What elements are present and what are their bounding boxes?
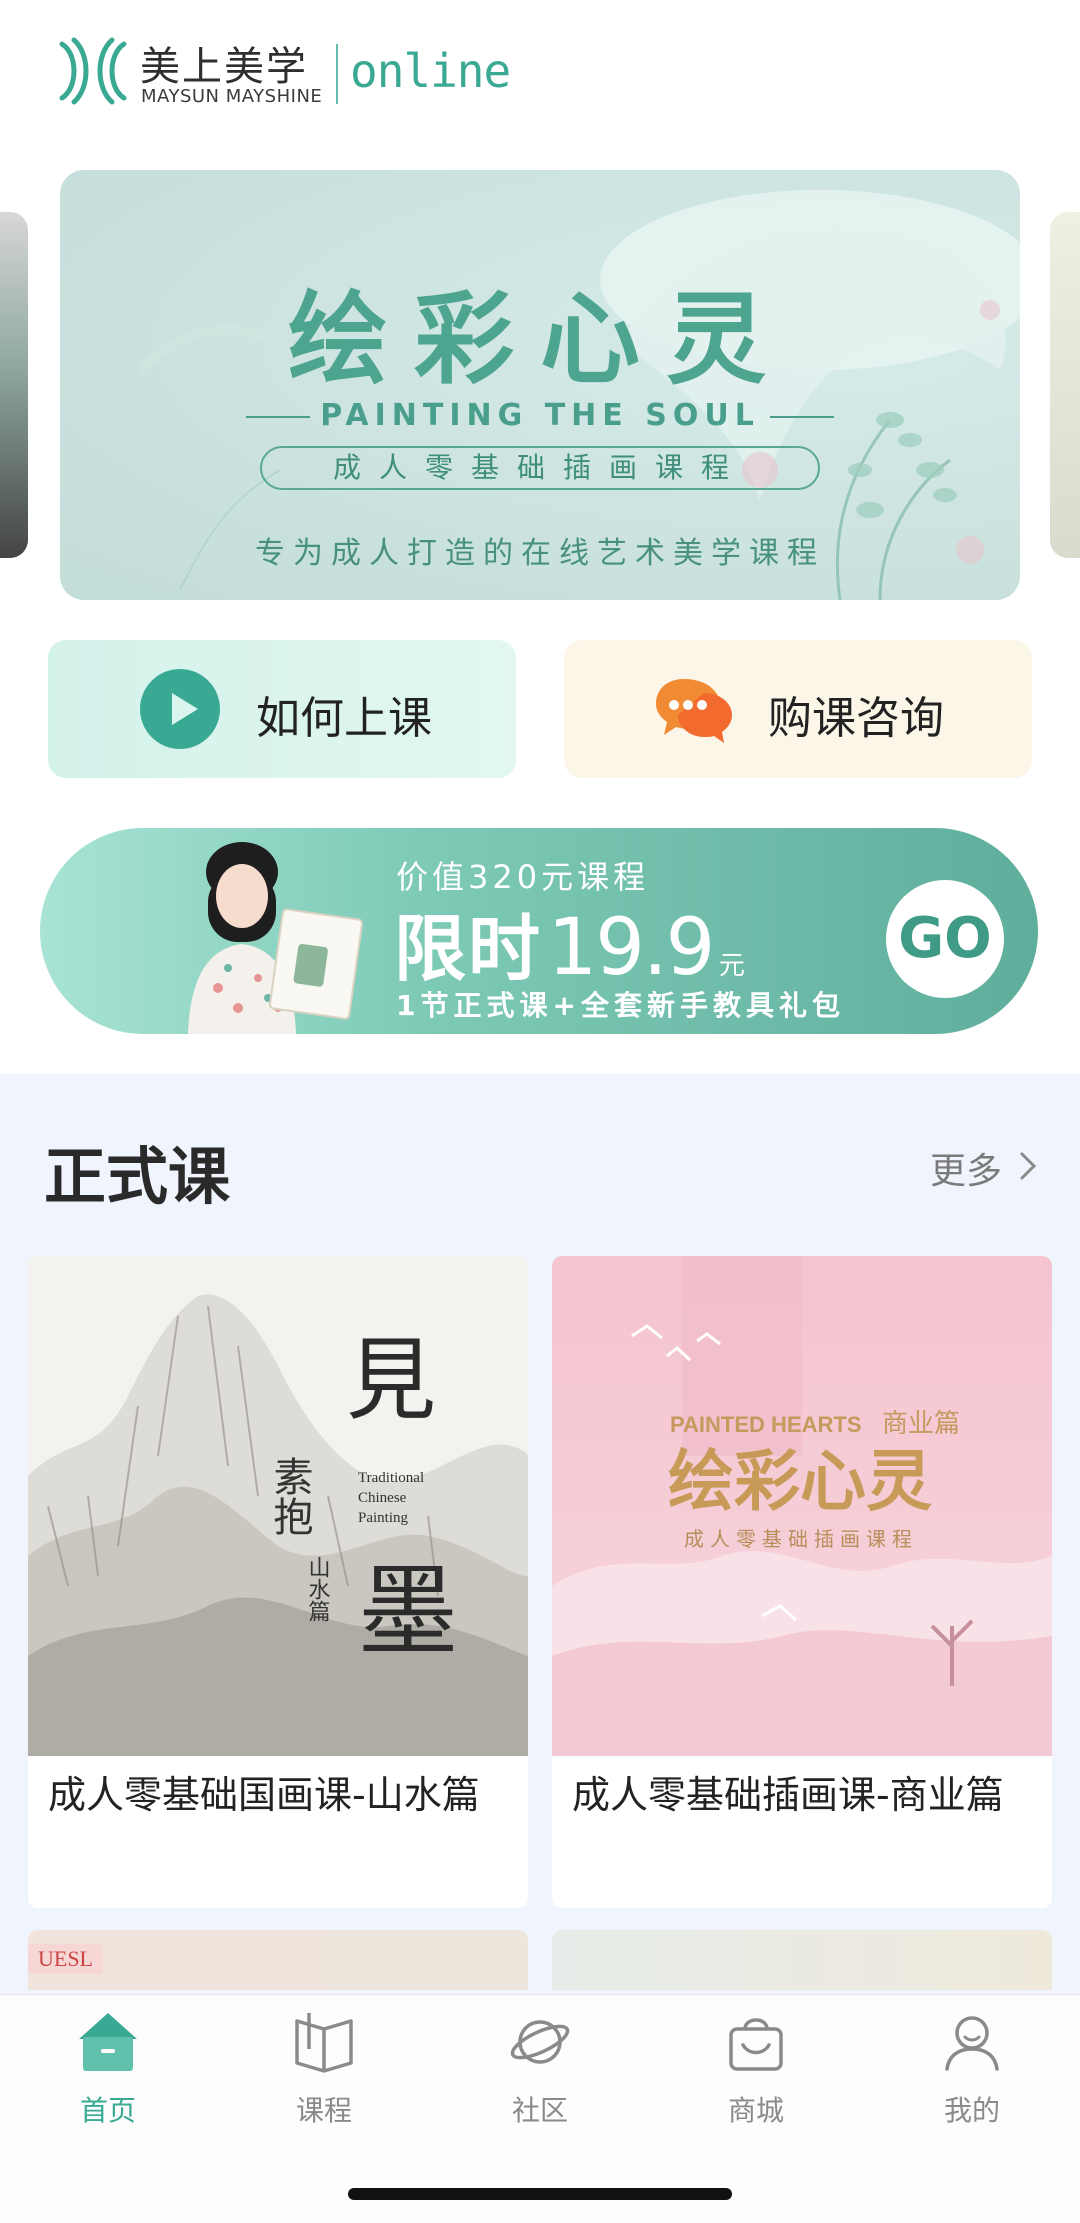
cover-en-3: Painting <box>358 1510 409 1526</box>
promo-description: 1节正式课+全套新手教具礼包 <box>396 989 845 1022</box>
user-icon <box>945 2016 999 2071</box>
banner-title: 绘彩心灵 <box>288 281 792 398</box>
course-cover-pink: PAINTED HEARTS 商业篇 绘彩心灵 成人零基础插画课程 <box>552 1256 1052 1756</box>
brand-name-cn: 美上美学 <box>140 44 308 90</box>
app-header: 美上美学 MAYSUN MAYSHINE online <box>0 0 1080 160</box>
shopping-bag-icon <box>729 2018 783 2071</box>
promo-price-prefix: 限时 <box>394 907 543 991</box>
nav-label-courses: 课程 <box>295 2094 352 2127</box>
how-to-take-class-button[interactable]: 如何上课 <box>48 640 516 778</box>
chat-bubble-icon <box>656 679 732 743</box>
course-card[interactable]: 見 素抱 Traditional Chinese Painting 山水篇 墨 … <box>28 1256 528 1908</box>
cover-subtitle: 成人零基础插画课程 <box>684 1528 918 1551</box>
cover-big-character-1: 見 <box>346 1332 436 1431</box>
how-to-take-class-label: 如何上课 <box>256 693 432 744</box>
course-card-peek[interactable]: UESL <box>28 1930 528 1990</box>
home-indicator[interactable] <box>348 2188 732 2200</box>
logo-divider <box>336 44 338 104</box>
promo-price: 19.9 <box>547 903 716 993</box>
carousel-prev-slide[interactable] <box>0 212 28 558</box>
play-icon <box>140 669 220 749</box>
cover-tag: 商业篇 <box>882 1408 960 1438</box>
purchase-consult-label: 购课咨询 <box>768 693 944 744</box>
nav-item-mall[interactable]: 商城 <box>676 2009 836 2149</box>
promo-price-unit: 元 <box>718 951 745 981</box>
cover-title: 绘彩心灵 <box>668 1444 932 1518</box>
nav-label-mall: 商城 <box>727 2094 784 2127</box>
cover-vertical-text: 山水篇 <box>306 1556 331 1622</box>
nav-item-courses[interactable]: 课程 <box>244 2009 404 2149</box>
home-icon <box>79 2013 137 2071</box>
brand-name-en: MAYSUN MAYSHINE <box>141 86 323 107</box>
promo-banner[interactable]: 价值320元课程 限时 19.9 元 1节正式课+全套新手教具礼包 GO <box>40 828 1038 1034</box>
promo-price-line: 限时 19.9 元 <box>394 890 745 995</box>
nav-label-community: 社区 <box>511 2094 568 2127</box>
brand-online: online <box>350 44 511 98</box>
nav-item-home[interactable]: 首页 <box>28 2009 188 2149</box>
carousel-next-slide[interactable] <box>1050 212 1080 558</box>
hero-banner[interactable]: 绘彩心灵 PAINTING THE SOUL 成人零基础插画课程 专为成人打造的… <box>60 170 1020 600</box>
chevron-right-icon[interactable] <box>1014 1148 1042 1184</box>
nav-item-community[interactable]: 社区 <box>460 2009 620 2149</box>
course-title: 成人零基础国画课-山水篇 <box>48 1773 480 1817</box>
course-cover-landscape: 見 素抱 Traditional Chinese Painting 山水篇 墨 <box>28 1256 528 1756</box>
cover-en-1: Traditional <box>358 1470 424 1486</box>
course-card-peek[interactable] <box>552 1930 1052 1990</box>
banner-pill: 成人零基础插画课程 <box>260 446 820 490</box>
brand-logo-icon <box>59 37 127 105</box>
peek-tag: UESL <box>28 1944 103 1974</box>
cover-en-2: Chinese <box>358 1490 407 1506</box>
teacher-illustration <box>188 842 364 1034</box>
course-title: 成人零基础插画课-商业篇 <box>572 1773 1004 1817</box>
more-link[interactable]: 更多 <box>930 1142 1002 1194</box>
purchase-consult-button[interactable]: 购课咨询 <box>564 640 1032 778</box>
cover-side-text: 素抱 <box>268 1456 313 1536</box>
course-card[interactable]: PAINTED HEARTS 商业篇 绘彩心灵 成人零基础插画课程 成人零基础插… <box>552 1256 1052 1908</box>
banner-description: 专为成人打造的在线艺术美学课程 <box>255 536 825 571</box>
cover-big-character-2: 墨 <box>358 1557 458 1668</box>
nav-label-home: 首页 <box>79 2094 136 2127</box>
nav-item-profile[interactable]: 我的 <box>892 2009 1052 2149</box>
nav-label-profile: 我的 <box>943 2094 1000 2127</box>
book-icon <box>295 2013 353 2073</box>
banner-subtitle-en: PAINTING THE SOUL <box>60 398 1020 433</box>
planet-icon <box>510 2020 570 2064</box>
cover-en-title: PAINTED HEARTS <box>670 1412 862 1437</box>
section-title: 正式课 <box>44 1140 231 1213</box>
promo-go-button[interactable]: GO <box>886 880 1004 998</box>
